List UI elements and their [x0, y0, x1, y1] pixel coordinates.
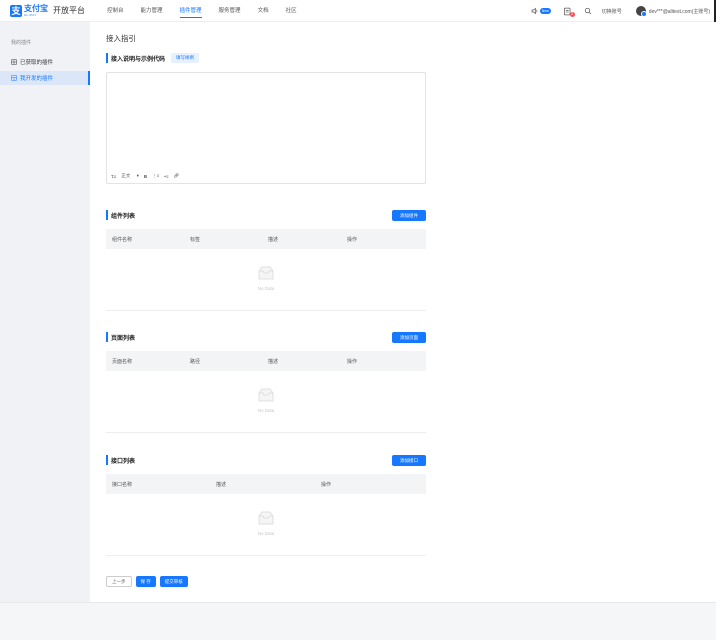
logo-cn-text: 支付宝 — [24, 3, 48, 13]
column-header: 描述 — [268, 237, 279, 243]
sidebar-item-my-plugins[interactable]: 我开发的插件 — [0, 71, 90, 85]
switch-account-link[interactable]: 切换账号 — [602, 8, 622, 15]
paragraph-format-select[interactable]: 正文 ▾ — [121, 173, 139, 179]
no-data-text: No Data — [257, 408, 275, 413]
no-data-text: No Data — [257, 531, 275, 536]
grid-icon — [11, 59, 17, 65]
alipay-logo-icon: 支 — [10, 4, 22, 17]
nav-console[interactable]: 控制台 — [107, 0, 124, 22]
empty-inbox-icon — [258, 511, 274, 525]
fill-template-button[interactable]: 填写样例 — [171, 53, 200, 63]
format-clear-icon[interactable]: T̶≡ — [111, 174, 116, 179]
plugin-list-heading: 组件列表 — [111, 213, 136, 220]
save-button[interactable]: 保 存 — [135, 576, 156, 587]
nav-service[interactable]: 服务管理 — [219, 0, 241, 22]
prev-step-button[interactable]: 上一步 — [106, 576, 132, 587]
column-header: 路径 — [190, 359, 201, 365]
top-navigation: 支 支付宝 ALIPAY 开放平台 控制台 能力管理 插件管理 服务管理 文档 … — [0, 0, 716, 22]
sidebar-item-label: 我开发的插件 — [20, 76, 54, 82]
api-list-heading: 接口列表 — [111, 458, 136, 465]
column-header: 操作 — [321, 482, 332, 488]
intro-section-header: 接入说明与示例代码 填写样例 — [106, 53, 200, 63]
page-list-header: 页面列表 — [106, 332, 135, 342]
column-header: 标签 — [190, 237, 201, 243]
message-badge: 2 — [569, 11, 575, 17]
user-account[interactable]: dev***@alitest.com(主账号) — [649, 8, 710, 15]
add-page-button[interactable]: 添加页面 — [392, 332, 426, 343]
rich-text-editor[interactable]: T̶≡ 正文 ▾ B ⋮≡ •≡ 🔗︎ — [106, 72, 426, 184]
nav-docs[interactable]: 文档 — [258, 0, 269, 22]
page-title: 接入指引 — [106, 34, 136, 43]
empty-inbox-icon — [258, 388, 274, 402]
scrollbar[interactable] — [714, 0, 716, 22]
column-header: 页面名称 — [112, 359, 133, 365]
submit-review-button[interactable]: 提交审核 — [159, 576, 188, 587]
platform-title: 开放平台 — [53, 6, 85, 15]
sidebar: 我的插件 已获取的插件 我开发的插件 — [0, 22, 90, 602]
avatar[interactable] — [635, 6, 647, 17]
calendar-icon — [11, 75, 17, 81]
notice-button[interactable]: New — [531, 7, 551, 15]
message-button[interactable]: 2 — [563, 7, 575, 17]
alipay-logo[interactable]: 支 支付宝 ALIPAY — [10, 3, 48, 17]
no-data-text: No Data — [257, 286, 275, 291]
empty-inbox-icon — [258, 266, 274, 280]
main-content: 接入指引 接入说明与示例代码 填写样例 T̶≡ 正文 ▾ B ⋮≡ •≡ 🔗︎ … — [90, 22, 716, 602]
search-icon[interactable] — [584, 7, 592, 15]
plugin-table-empty: No Data — [106, 249, 426, 311]
column-header: 接口名称 — [112, 482, 133, 488]
page-table-header: 页面名称 路径 描述 操作 — [106, 351, 426, 371]
column-header: 组件名称 — [112, 237, 133, 243]
plugin-list-header: 组件列表 — [106, 210, 135, 220]
ordered-list-icon[interactable]: ⋮≡ — [152, 173, 159, 179]
add-api-button[interactable]: 添加接口 — [392, 455, 426, 466]
plugin-table-header: 组件名称 标签 描述 操作 — [106, 229, 426, 249]
sidebar-item-label: 已获取的插件 — [20, 60, 54, 66]
column-header: 描述 — [268, 359, 279, 365]
column-header: 操作 — [347, 359, 358, 365]
editor-toolbar: T̶≡ 正文 ▾ B ⋮≡ •≡ 🔗︎ — [111, 173, 184, 179]
footer — [0, 602, 716, 640]
nav-plugin[interactable]: 插件管理 — [179, 0, 202, 22]
api-list-header: 接口列表 — [106, 455, 135, 465]
nav-capability[interactable]: 能力管理 — [141, 0, 163, 22]
nav-community[interactable]: 社区 — [286, 0, 297, 22]
speaker-icon — [531, 7, 538, 15]
sidebar-title: 我的插件 — [11, 40, 32, 46]
link-icon[interactable]: 🔗︎ — [173, 173, 179, 179]
bold-button[interactable]: B — [144, 174, 147, 179]
action-buttons: 上一步 保 存 提交审核 — [106, 576, 192, 587]
new-tag: New — [539, 8, 551, 14]
sidebar-item-obtained-plugins[interactable]: 已获取的插件 — [0, 55, 90, 69]
column-header: 操作 — [347, 237, 358, 243]
main-nav: 控制台 能力管理 插件管理 服务管理 文档 社区 — [107, 0, 314, 22]
api-table-header: 接口名称 描述 操作 — [106, 474, 426, 494]
page-table-empty: No Data — [106, 371, 426, 433]
page-list-heading: 页面列表 — [111, 335, 136, 342]
intro-heading: 接入说明与示例代码 — [111, 56, 166, 63]
column-header: 描述 — [216, 482, 227, 488]
api-table-empty: No Data — [106, 494, 426, 556]
add-plugin-button[interactable]: 添加组件 — [392, 210, 426, 221]
logo-en-text: ALIPAY — [24, 12, 38, 17]
unordered-list-icon[interactable]: •≡ — [164, 174, 168, 179]
